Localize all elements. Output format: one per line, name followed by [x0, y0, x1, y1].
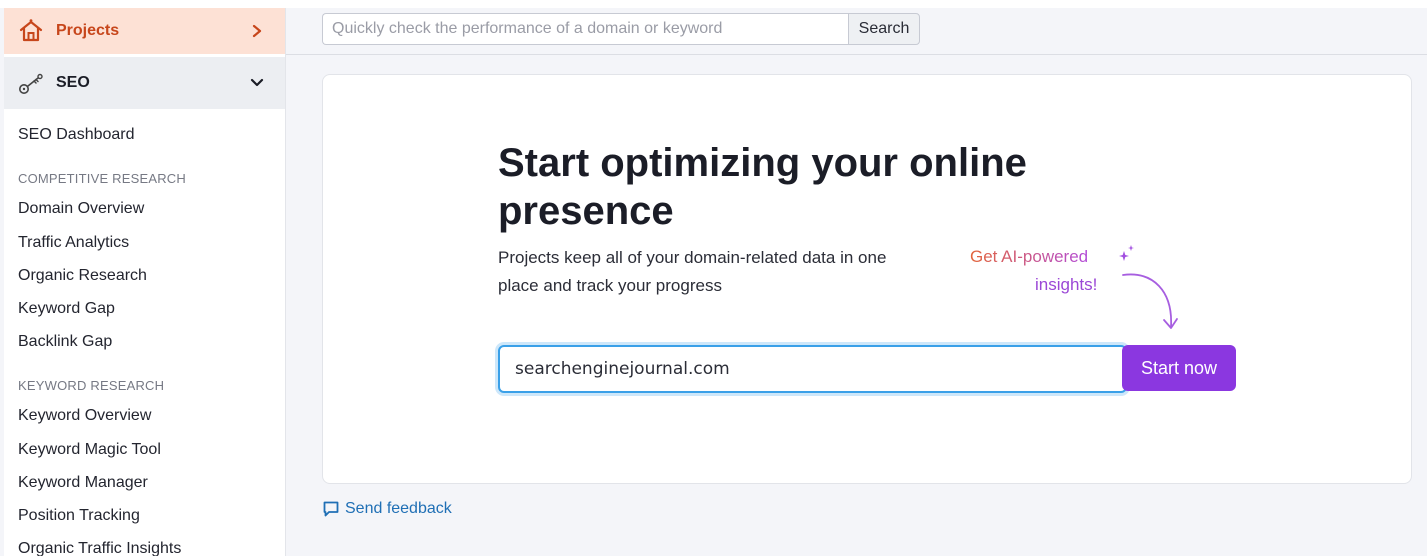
ai-callout-line2: insights!: [1035, 275, 1098, 294]
sidebar-item-domain-overview[interactable]: Domain Overview: [18, 200, 144, 218]
nav-projects[interactable]: Projects: [4, 8, 285, 54]
sidebar-item-keyword-overview[interactable]: Keyword Overview: [18, 407, 151, 425]
projects-description: Projects keep all of your domain-related…: [498, 248, 887, 295]
sidebar-item-position-tracking[interactable]: Position Tracking: [18, 507, 140, 525]
sidebar-item-keyword-magic-tool[interactable]: Keyword Magic Tool: [18, 441, 161, 459]
search-button[interactable]: Search: [848, 13, 920, 45]
ai-callout-line1: Get AI-powered: [970, 247, 1089, 266]
section-keyword-research: KEYWORD RESEARCH: [18, 378, 165, 393]
section-competitive-research: COMPETITIVE RESEARCH: [18, 171, 186, 186]
sidebar-item-keyword-manager[interactable]: Keyword Manager: [18, 474, 148, 492]
onboarding-card: Start optimizing your online presence Pr…: [322, 74, 1412, 484]
sidebar: Projects SEO SEO Dashboard COMPETITIVE R…: [4, 8, 286, 556]
sidebar-item-organic-traffic-insights[interactable]: Organic Traffic Insights: [18, 540, 181, 556]
sidebar-item-organic-research[interactable]: Organic Research: [18, 267, 147, 285]
nav-seo[interactable]: SEO: [4, 57, 285, 109]
send-feedback-label: Send feedback: [345, 500, 452, 517]
top-strip: [0, 0, 1427, 8]
page-title: Start optimizing your online presence: [498, 141, 1027, 233]
domain-input[interactable]: [498, 345, 1127, 393]
projects-label: Projects: [56, 22, 120, 39]
top-search-bar: Search: [322, 13, 920, 45]
seo-label: SEO: [56, 74, 90, 91]
chevron-right-icon: [252, 24, 262, 38]
sidebar-item-seo-dashboard[interactable]: SEO Dashboard: [18, 126, 135, 144]
chevron-down-icon: [250, 78, 264, 87]
home-icon: [19, 19, 43, 42]
sidebar-item-traffic-analytics[interactable]: Traffic Analytics: [18, 234, 129, 252]
sparkle-icon: [1119, 245, 1134, 261]
search-input[interactable]: [322, 13, 848, 45]
header-divider: [286, 54, 1427, 55]
send-feedback-link[interactable]: Send feedback: [322, 500, 452, 518]
sidebar-item-keyword-gap[interactable]: Keyword Gap: [18, 300, 115, 318]
curved-arrow-icon: [1122, 273, 1178, 329]
feedback-icon: [323, 501, 339, 517]
start-now-button[interactable]: Start now: [1122, 345, 1236, 391]
seo-key-icon: [19, 73, 43, 94]
sidebar-item-backlink-gap[interactable]: Backlink Gap: [18, 333, 112, 351]
